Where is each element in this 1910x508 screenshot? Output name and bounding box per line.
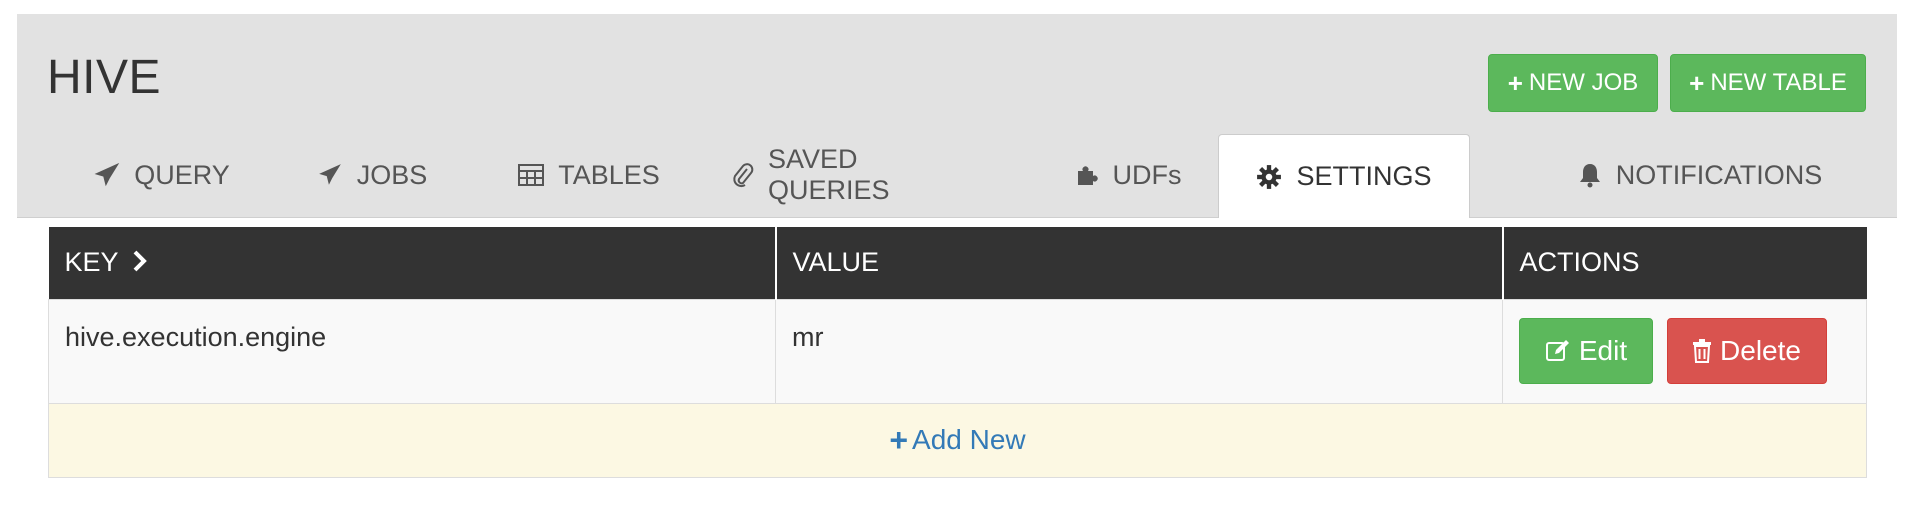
tab-jobs[interactable]: JOBS bbox=[307, 134, 437, 216]
add-new-label: Add New bbox=[912, 424, 1026, 455]
column-header-actions: ACTIONS bbox=[1502, 227, 1867, 299]
settings-table: KEY VALUE ACTIONS hive.execution.engine … bbox=[48, 227, 1867, 478]
add-new-cell: + Add New bbox=[48, 402, 1867, 478]
plus-icon: + bbox=[1689, 67, 1705, 98]
setting-key: hive.execution.engine bbox=[65, 321, 327, 352]
add-new-link[interactable]: + Add New bbox=[889, 422, 1025, 459]
tab-label: NOTIFICATIONS bbox=[1615, 159, 1823, 190]
value-cell: mr bbox=[775, 298, 1503, 404]
tab-notifications[interactable]: NOTIFICATIONS bbox=[1570, 134, 1830, 216]
table-row: hive.execution.engine mr Edit Delete bbox=[48, 298, 1867, 404]
plus-icon: + bbox=[889, 421, 909, 458]
paper-plane-icon bbox=[94, 162, 120, 188]
delete-label: Delete bbox=[1720, 335, 1801, 366]
tab-udfs[interactable]: UDFs bbox=[1063, 134, 1193, 216]
column-header-key[interactable]: KEY bbox=[48, 227, 777, 299]
new-table-label: NEW TABLE bbox=[1710, 69, 1847, 96]
paper-plane-icon bbox=[317, 162, 343, 188]
paperclip-icon bbox=[732, 162, 754, 188]
table-icon bbox=[518, 164, 545, 186]
tab-saved-queries[interactable]: SAVED QUERIES bbox=[732, 134, 982, 216]
edit-button[interactable]: Edit bbox=[1519, 318, 1653, 384]
edit-icon bbox=[1545, 339, 1571, 363]
chevron-right-icon bbox=[132, 248, 148, 279]
tab-settings[interactable]: SETTINGS bbox=[1218, 134, 1470, 218]
tab-query[interactable]: QUERY bbox=[87, 134, 237, 216]
table-header-row: KEY VALUE ACTIONS bbox=[48, 227, 1867, 299]
actions-cell: Edit Delete bbox=[1502, 298, 1867, 404]
delete-button[interactable]: Delete bbox=[1666, 318, 1827, 384]
tab-label: TABLES bbox=[558, 159, 660, 190]
setting-value: mr bbox=[792, 321, 824, 352]
column-header-label: ACTIONS bbox=[1519, 247, 1640, 278]
add-new-row: + Add New bbox=[48, 402, 1867, 478]
column-header-label: VALUE bbox=[792, 247, 880, 278]
nav-tabs: QUERY JOBS TABLES SAVED QUERIES UDFs SET… bbox=[17, 134, 1897, 218]
tab-tables[interactable]: TABLES bbox=[504, 134, 674, 216]
page-header: HIVE + NEW JOB + NEW TABLE QUERY JOBS TA… bbox=[17, 14, 1897, 218]
new-table-button[interactable]: + NEW TABLE bbox=[1670, 54, 1866, 112]
plus-icon: + bbox=[1507, 67, 1523, 98]
new-job-button[interactable]: + NEW JOB bbox=[1488, 54, 1658, 112]
new-job-label: NEW JOB bbox=[1528, 69, 1639, 96]
tab-label: JOBS bbox=[356, 159, 428, 190]
tab-label: SAVED QUERIES bbox=[768, 144, 890, 205]
tab-label: UDFs bbox=[1112, 159, 1182, 190]
column-header-label: KEY bbox=[64, 246, 119, 277]
tab-label: QUERY bbox=[134, 159, 230, 190]
tab-label: SETTINGS bbox=[1296, 161, 1432, 191]
edit-label: Edit bbox=[1578, 335, 1628, 366]
gear-icon bbox=[1256, 164, 1282, 190]
puzzle-icon bbox=[1075, 163, 1099, 187]
page-title: HIVE bbox=[47, 51, 162, 104]
trash-icon bbox=[1692, 339, 1712, 363]
bell-icon bbox=[1578, 162, 1602, 188]
key-cell: hive.execution.engine bbox=[48, 298, 776, 404]
column-header-value: VALUE bbox=[775, 227, 1504, 299]
